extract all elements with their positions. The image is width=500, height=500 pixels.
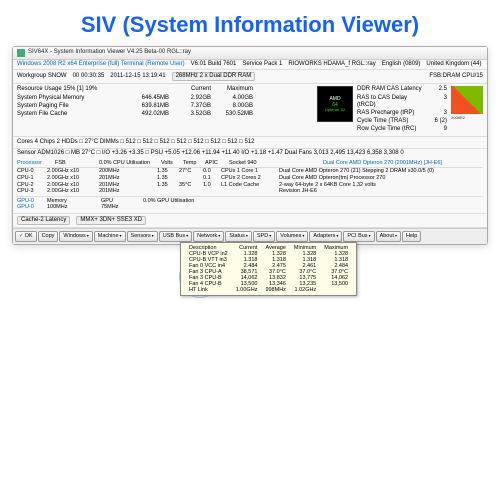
sensors-row-1: Cores 4 Chips 2 HDDs □ 27°C DIMMs □ 512 … [13, 136, 487, 149]
table-row: RAS to CAS Delay (tRCD)3 [357, 95, 447, 109]
table-row: GPU-0100MHz75MHz [17, 204, 483, 211]
titlebar[interactable]: SIV64X - System Information Viewer V4.25… [13, 47, 487, 60]
table-row: DDR RAM CAS Latency2.5 [357, 86, 447, 93]
table-row: Row Cycle Time (tRC)9 [357, 126, 447, 133]
table-row: GPU-0MemoryGPU0.0% GPU Utilisation [17, 198, 483, 205]
table-row: CPU-12.00GHz x10201MHz1.350.1CPUs 2 Core… [17, 175, 483, 182]
spd-button[interactable]: SPD ▾ [253, 231, 275, 242]
tooltip-popup: DescriptionCurrentAverageMinimumMaximumC… [180, 242, 357, 296]
mmx-badge[interactable]: MMX+ 3DN+ SSE3 XD [76, 216, 146, 225]
pci bus-button[interactable]: PCI Bus ▾ [343, 231, 374, 242]
help-button[interactable]: Help [402, 231, 421, 242]
header-row-1: Windows 2008 R2 x64 Enterprise (full) Te… [13, 60, 487, 69]
sensors-row-2: Sensor ADM1026 □ MB 27°C □ I/O +3.26 +3.… [13, 149, 487, 158]
os-link[interactable]: Windows 2008 R2 x64 Enterprise (full) Te… [17, 61, 185, 68]
sp-text: Service Pack 1 [242, 61, 282, 68]
table-row: CPU-32.00GHz x10201MHzRevision JH-E6 [17, 188, 483, 195]
dimms-text: Cores 4 Chips 2 HDDs □ 27°C DIMMs □ 512 … [17, 139, 254, 146]
gpu-body: GPU-0MemoryGPU0.0% GPU UtilisationGPU-01… [17, 196, 483, 211]
date-text: 2011-12-15 13:19:41 [110, 73, 165, 80]
memory-right: DDR RAM CAS Latency2.5 RAS to CAS Delay (… [357, 86, 447, 133]
titlebar-text: SIV64X - System Information Viewer V4.25… [28, 49, 191, 56]
ok-button[interactable]: ✓ OK [15, 231, 37, 242]
table-row: Resource Usage 15% [1] 19%CurrentMaximum [17, 86, 313, 93]
app-window: SIV64X - System Information Viewer V4.25… [12, 46, 488, 245]
memory-left: Resource Usage 15% [1] 19%CurrentMaximum… [17, 86, 313, 133]
header-row-2: Workgroup SNOW 00 00:30:35 2011-12-15 13… [13, 69, 487, 84]
machine-button[interactable]: Machine ▾ [94, 231, 126, 242]
network-button[interactable]: Network ▾ [193, 231, 224, 242]
adapters-button[interactable]: Adapters ▾ [309, 231, 342, 242]
table-row: Cycle Time (TRAS)6 (2) [357, 118, 447, 125]
tooltip-table: DescriptionCurrentAverageMinimumMaximumC… [185, 245, 352, 293]
memory-block: Resource Usage 15% [1] 19%CurrentMaximum… [13, 84, 487, 135]
windows-button[interactable]: Windows ▾ [59, 231, 92, 242]
app-icon [17, 49, 25, 57]
cache-badge[interactable]: Cache-2 Latency [17, 216, 70, 225]
table-row: CPU-22.00GHz x10201MHz1.3535°C1.0L1 Code… [17, 182, 483, 189]
cpu-body: CPU-02.00GHz x10200MHz1.3527°C0.0CPUs 1 … [17, 168, 483, 194]
ram-badge[interactable]: 268MHz 2 x Dual DDR RAM [172, 72, 256, 81]
table-row: CPU-02.00GHz x10200MHz1.3527°C0.0CPUs 1 … [17, 168, 483, 175]
sensor-text: Sensor ADM1026 □ MB 27°C □ I/O +3.26 +3.… [17, 150, 404, 157]
status-button[interactable]: Status ▾ [225, 231, 252, 242]
lang-text: English (0809) [382, 61, 421, 68]
table-row: System File Cache492.02MB3.52GB530.52MB [17, 111, 313, 118]
about-button[interactable]: About ▾ [376, 231, 401, 242]
table-row: System Physical Memory646.45MB2.92GB4.00… [17, 95, 313, 102]
cpu-table: ProcessorFSB0.0% CPU UtilisationVoltsTem… [13, 158, 487, 213]
version-text: V6.01 Build 7601 [191, 61, 237, 68]
windows-logo [451, 86, 483, 114]
board-text: RIOWORKS HDAMA_f RGL::ray [288, 61, 375, 68]
sensors-button[interactable]: Sensors ▾ [127, 231, 158, 242]
fsb-text: FSB:DRAM CPU/15 [429, 73, 483, 80]
uptime-text: 00 00:30:35 [73, 73, 105, 80]
page-title: SIV (System Information Viewer) [0, 0, 500, 46]
table-row: System Paging File639.81MB7.37GB8.00GB [17, 103, 313, 110]
status-row: Cache-2 Latency MMX+ 3DN+ SSE3 XD [13, 213, 487, 228]
cpu-header-row: ProcessorFSB0.0% CPU UtilisationVoltsTem… [17, 160, 483, 169]
amd-logo: AMD64Opteron X2 [317, 86, 353, 122]
copy-button[interactable]: Copy [38, 231, 59, 242]
usb bus-button[interactable]: USB Bus ▾ [159, 231, 192, 242]
volumes-button[interactable]: Volumes ▾ [276, 231, 308, 242]
workgroup-text: Workgroup SNOW [17, 73, 67, 80]
table-row: RAS Precharge (tRP)3 [357, 110, 447, 117]
country-text: United Kingdom (44) [426, 61, 481, 68]
